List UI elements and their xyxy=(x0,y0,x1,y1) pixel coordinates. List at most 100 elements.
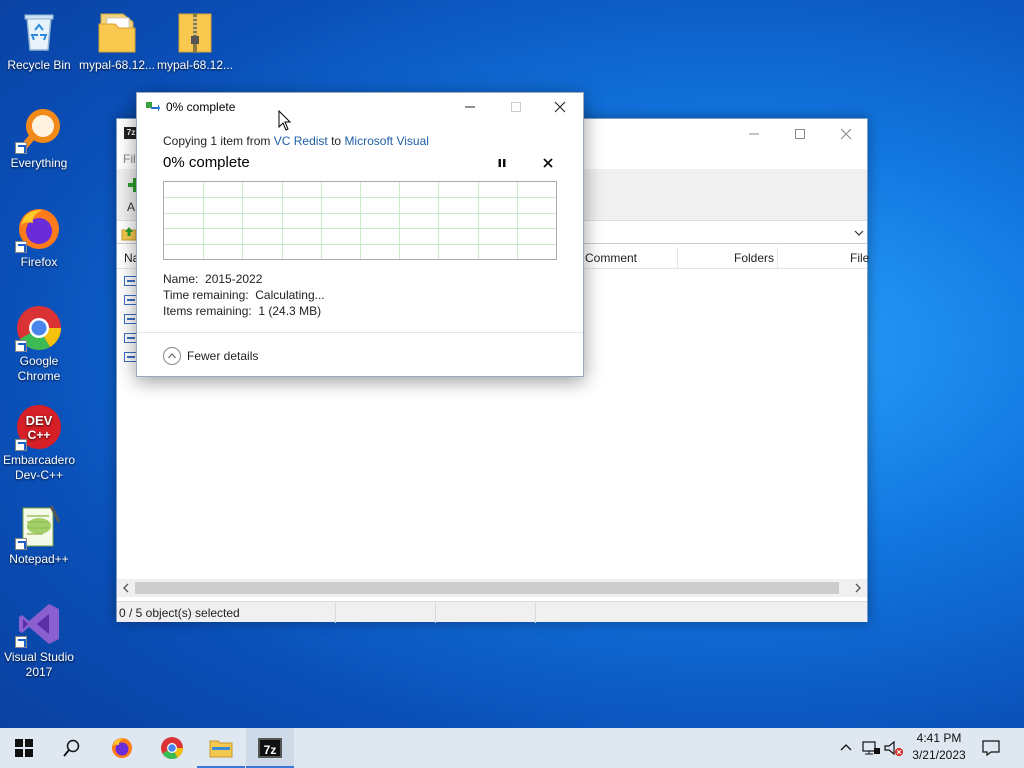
visual-studio-icon xyxy=(15,600,63,648)
dialog-close-button[interactable] xyxy=(537,93,583,121)
minimize-icon xyxy=(749,133,759,135)
status-cell: 0 / 5 object(s) selected xyxy=(117,602,336,623)
desktop-icon-recycle-bin[interactable]: Recycle Bin xyxy=(0,8,78,73)
dialog-maximize-button xyxy=(493,93,539,121)
desktop-icon-everything[interactable]: Everything xyxy=(0,106,78,171)
fewer-details-label: Fewer details xyxy=(187,349,259,363)
add-button-label: A xyxy=(127,200,136,214)
transfer-speed-graph xyxy=(163,181,557,260)
copy-to-text: to xyxy=(327,134,345,148)
dialog-divider xyxy=(137,332,583,333)
folder-icon xyxy=(93,8,141,56)
pause-icon xyxy=(498,159,506,167)
status-selection-text: 0 / 5 object(s) selected xyxy=(119,606,240,620)
scrollbar-thumb[interactable] xyxy=(135,582,839,594)
chevron-up-icon xyxy=(163,347,181,365)
dialog-title: 0% complete xyxy=(166,100,236,114)
column-comment[interactable]: Comment xyxy=(585,251,637,265)
detail-items-value: 1 (24.3 MB) xyxy=(258,304,322,318)
desktop-icon-label: mypal-68.12... xyxy=(156,58,234,72)
desktop-icon-firefox[interactable]: Firefox xyxy=(0,205,78,270)
show-hidden-icons-button[interactable] xyxy=(836,738,856,758)
volume-button[interactable] xyxy=(884,738,904,758)
desktop-icon-google-chrome[interactable]: Google Chrome xyxy=(0,304,78,384)
sevenzip-menu-file[interactable]: Fil xyxy=(123,152,136,166)
desktop-icon-label: Embarcadero Dev-C++ xyxy=(2,453,76,482)
desktop-icon-label: Everything xyxy=(10,156,68,170)
minimize-icon xyxy=(465,106,475,108)
desktop-icon-mypal-folder[interactable]: mypal-68.12... xyxy=(78,8,156,73)
taskbar-firefox[interactable] xyxy=(98,728,146,768)
windows-logo-icon xyxy=(15,739,33,757)
detail-time-label: Time remaining: xyxy=(163,288,249,302)
desktop-icon-label: Firefox xyxy=(20,255,58,269)
chevron-down-icon[interactable] xyxy=(853,227,865,239)
shortcut-arrow-icon xyxy=(15,241,27,253)
up-folder-icon[interactable] xyxy=(121,225,137,241)
speed-graph-grid xyxy=(164,182,556,259)
svg-text:DEV: DEV xyxy=(26,413,53,428)
dialog-minimize-button[interactable] xyxy=(447,93,493,121)
detail-items-row: Items remaining: 1 (24.3 MB) xyxy=(163,304,321,318)
desktop-icon-notepad-plus-plus[interactable]: Notepad++ xyxy=(0,502,78,567)
zip-folder-icon xyxy=(171,8,219,56)
column-files[interactable]: File xyxy=(850,251,869,265)
system-clock[interactable]: 4:41 PM 3/21/2023 xyxy=(904,730,974,764)
desktop-icon-mypal-zip[interactable]: mypal-68.12... xyxy=(156,8,234,73)
start-button[interactable] xyxy=(0,728,48,768)
desktop-icon-visual-studio[interactable]: Visual Studio 2017 xyxy=(0,600,78,680)
shortcut-arrow-icon xyxy=(15,142,27,154)
copy-dialog-icon xyxy=(146,102,160,112)
cancel-copy-button[interactable] xyxy=(537,155,559,171)
desktop-icon-label: mypal-68.12... xyxy=(78,58,156,72)
copy-progress-dialog: 0% complete Copying 1 item from VC Redis… xyxy=(136,92,584,377)
pause-button[interactable] xyxy=(491,155,513,171)
source-folder-link[interactable]: VC Redist xyxy=(274,134,328,148)
sevenzip-close-button[interactable] xyxy=(823,119,869,149)
chrome-icon xyxy=(15,304,63,352)
firefox-icon xyxy=(15,205,63,253)
shortcut-arrow-icon xyxy=(15,439,27,451)
sevenzip-minimize-button[interactable] xyxy=(731,119,777,149)
dev-cpp-icon: DEV C++ xyxy=(15,403,63,451)
column-separator[interactable] xyxy=(677,247,678,269)
detail-items-label: Items remaining: xyxy=(163,304,252,318)
destination-folder-link[interactable]: Microsoft Visual xyxy=(344,134,428,148)
scroll-left-icon[interactable] xyxy=(121,583,131,593)
dialog-titlebar[interactable]: 0% complete xyxy=(137,93,583,121)
sevenzip-taskbar-icon: 7z xyxy=(258,738,282,758)
svg-text:C++: C++ xyxy=(28,428,51,442)
volume-muted-icon xyxy=(884,740,903,756)
desktop-icon-label: Visual Studio 2017 xyxy=(4,650,74,679)
chevron-up-icon xyxy=(840,744,852,751)
network-status-button[interactable] xyxy=(861,738,881,758)
taskbar-chrome[interactable] xyxy=(148,728,196,768)
clock-date: 3/21/2023 xyxy=(912,748,966,762)
desktop-icon-label: Google Chrome xyxy=(17,354,61,383)
shortcut-arrow-icon xyxy=(15,340,27,352)
taskbar-file-explorer[interactable] xyxy=(197,728,245,768)
column-folders[interactable]: Folders xyxy=(734,251,774,265)
recycle-bin-icon xyxy=(15,8,63,56)
chrome-icon xyxy=(161,737,183,759)
mouse-cursor-icon xyxy=(278,110,292,131)
scroll-right-icon[interactable] xyxy=(853,583,863,593)
horizontal-scrollbar[interactable] xyxy=(117,579,867,597)
close-icon xyxy=(840,128,852,140)
column-separator[interactable] xyxy=(777,247,778,269)
maximize-icon xyxy=(511,102,521,112)
search-button[interactable] xyxy=(48,728,96,768)
notepad-plus-plus-icon xyxy=(15,502,63,550)
detail-name-value: 2015-2022 xyxy=(205,272,263,286)
shortcut-arrow-icon xyxy=(15,538,27,550)
sevenzip-maximize-button[interactable] xyxy=(777,119,823,149)
fewer-details-button[interactable]: Fewer details xyxy=(163,347,258,365)
progress-percent-label: 0% complete xyxy=(163,154,250,171)
taskbar-7zip[interactable]: 7z xyxy=(246,728,294,768)
taskbar: 7z 4:41 PM 3/21/2023 xyxy=(0,728,1024,768)
firefox-icon xyxy=(112,738,132,758)
status-cell xyxy=(336,602,436,623)
action-center-button[interactable] xyxy=(981,738,1001,758)
sevenzip-status-bar: 0 / 5 object(s) selected xyxy=(117,601,867,623)
desktop-icon-dev-cpp[interactable]: DEV C++ Embarcadero Dev-C++ xyxy=(0,403,78,483)
